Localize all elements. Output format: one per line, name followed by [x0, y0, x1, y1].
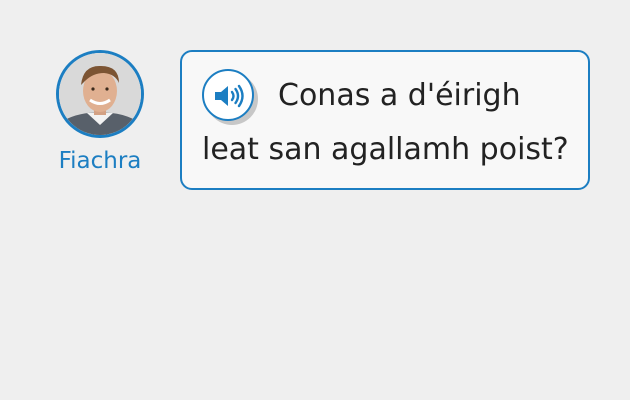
- speaker-name: Fiachra: [58, 148, 142, 174]
- speech-bubble: Conas a d'éirigh leat san agallamh poist…: [180, 50, 590, 190]
- message-text-line-1: Conas a d'éirigh: [278, 78, 521, 113]
- message-text-line-2: leat san agallamh poist?: [202, 132, 569, 167]
- speaker-volume-icon: [215, 84, 244, 108]
- play-audio-button[interactable]: [202, 69, 254, 121]
- person-avatar-icon: [59, 53, 141, 135]
- speaker: Fiachra: [56, 50, 144, 174]
- avatar: [56, 50, 144, 138]
